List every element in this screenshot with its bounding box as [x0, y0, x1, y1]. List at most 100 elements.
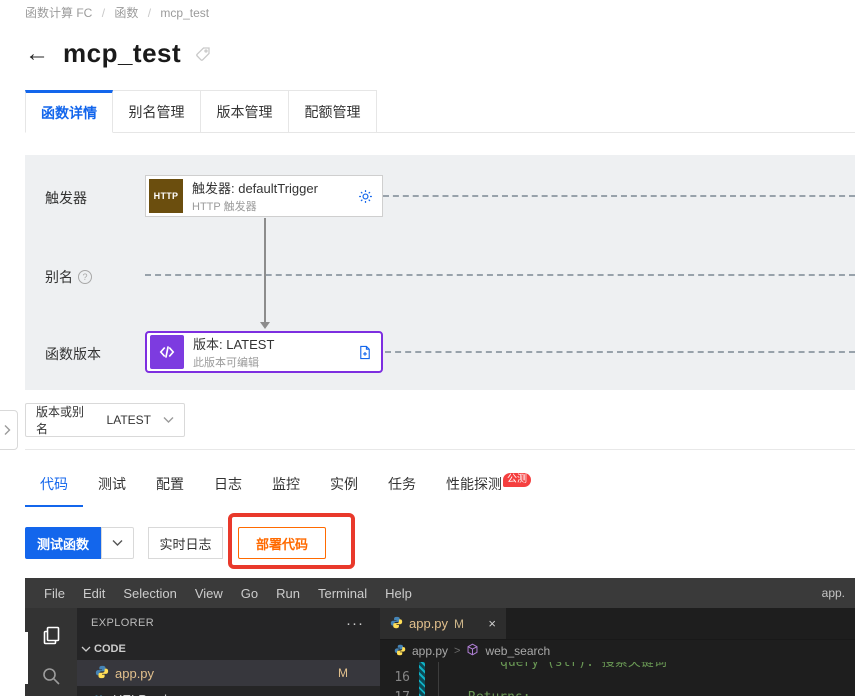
file-row-help-md[interactable]: M↓ HELP.md — [77, 686, 380, 696]
trigger-row-label: 触发器 — [45, 188, 87, 208]
version-or-alias-select[interactable]: 版本或别名 LATEST — [25, 403, 185, 437]
breadcrumb-item-functions[interactable]: 函数 — [114, 6, 138, 20]
python-file-icon — [95, 665, 109, 682]
trigger-card[interactable]: HTTP 触发器: defaultTrigger HTTP 触发器 — [145, 175, 383, 217]
code-editor: File Edit Selection View Go Run Terminal… — [25, 578, 855, 696]
secondary-tabs: 代码 测试 配置 日志 监控 实例 任务 性能探测公测 — [25, 464, 546, 507]
menu-file[interactable]: File — [35, 586, 74, 601]
close-icon[interactable]: × — [488, 616, 496, 631]
tab-test[interactable]: 测试 — [83, 464, 141, 507]
page-header: ← mcp_test — [25, 38, 211, 69]
modified-lines-gutter — [419, 662, 425, 696]
line-number-16: 16 — [388, 670, 410, 685]
live-log-button[interactable]: 实时日志 — [148, 527, 223, 559]
breadcrumb: 函数计算 FC / 函数 / mcp_test — [25, 4, 209, 21]
breadcrumb-separator: / — [148, 6, 151, 20]
tab-tasks[interactable]: 任务 — [373, 464, 431, 507]
editor-body: EXPLORER ··· CODE app — [25, 608, 855, 696]
tab-quota-management[interactable]: 配额管理 — [289, 90, 377, 133]
tab-performance-probe[interactable]: 性能探测公测 — [431, 464, 546, 507]
file-row-app-py[interactable]: app.py M — [77, 660, 380, 686]
breadcrumb-separator: > — [454, 645, 460, 657]
breadcrumb-separator: / — [102, 6, 105, 20]
menu-help[interactable]: Help — [376, 586, 421, 601]
explorer-sidebar: EXPLORER ··· CODE app — [77, 608, 380, 696]
arrow-head — [260, 322, 270, 329]
breadcrumb-item-service[interactable]: 函数计算 FC — [25, 6, 92, 20]
tag-icon[interactable] — [195, 46, 211, 62]
explorer-header: EXPLORER ··· — [77, 608, 380, 638]
test-function-dropdown[interactable] — [101, 527, 134, 559]
editor-breadcrumbs: app.py > web_search — [380, 640, 855, 662]
tab-monitor[interactable]: 监控 — [257, 464, 315, 507]
section-divider — [25, 449, 855, 450]
editor-main: app.py M × app.py > — [380, 608, 855, 696]
version-select-label: 版本或别名 — [36, 403, 95, 437]
menu-view[interactable]: View — [186, 586, 232, 601]
breadcrumb-symbol[interactable]: web_search — [485, 644, 550, 658]
explorer-icon[interactable] — [25, 616, 77, 656]
alias-dashed-line — [145, 274, 855, 276]
editor-menubar: File Edit Selection View Go Run Terminal… — [25, 578, 855, 608]
indent-guide — [438, 662, 439, 696]
breadcrumb-file[interactable]: app.py — [412, 644, 448, 658]
gear-icon[interactable] — [358, 189, 373, 204]
python-file-icon — [394, 644, 406, 659]
python-file-icon — [390, 616, 403, 632]
side-drawer-expander[interactable] — [0, 410, 18, 450]
menu-edit[interactable]: Edit — [74, 586, 114, 601]
beta-badge: 公测 — [503, 473, 531, 487]
breadcrumb-item-current: mcp_test — [160, 6, 209, 20]
primary-tabs: 函数详情 别名管理 版本管理 配额管理 — [25, 90, 377, 133]
version-icon — [150, 335, 184, 369]
menu-selection[interactable]: Selection — [114, 586, 185, 601]
explorer-section-code[interactable]: CODE — [77, 638, 380, 660]
version-dashed-line — [385, 351, 855, 353]
back-arrow-icon[interactable]: ← — [25, 42, 49, 66]
alias-row-label: 别名 ? — [45, 267, 92, 287]
editor-tabstrip: app.py M × — [380, 608, 855, 640]
version-row-label: 函数版本 — [45, 344, 101, 364]
tab-logs[interactable]: 日志 — [199, 464, 257, 507]
document-icon[interactable] — [358, 345, 372, 360]
tab-config[interactable]: 配置 — [141, 464, 199, 507]
version-card-title: 版本: LATEST — [193, 334, 274, 353]
partial-code-line: Returns: — [468, 690, 531, 696]
line-number-17: 17 — [388, 690, 410, 696]
file-name: app.py — [115, 666, 154, 681]
tab-file-name: app.py — [409, 616, 448, 631]
modified-badge: M — [338, 666, 348, 680]
editor-tab-app-py[interactable]: app.py M × — [380, 608, 506, 639]
trigger-card-title: 触发器: defaultTrigger — [192, 178, 318, 197]
chevron-down-icon — [81, 646, 91, 653]
code-area[interactable]: query (str): 搜索关键词 16 17 Returns: — [380, 662, 855, 696]
menu-run[interactable]: Run — [267, 586, 309, 601]
file-name: HELP.md — [113, 692, 167, 696]
menu-terminal[interactable]: Terminal — [309, 586, 376, 601]
active-view-indicator — [25, 632, 28, 684]
tab-function-detail[interactable]: 函数详情 — [25, 90, 113, 133]
trigger-to-version-arrow — [264, 218, 266, 322]
tab-version-management[interactable]: 版本管理 — [201, 90, 289, 133]
activity-bar — [25, 608, 77, 696]
chevron-down-icon — [163, 416, 174, 424]
http-trigger-icon: HTTP — [149, 179, 183, 213]
help-icon[interactable]: ? — [78, 270, 92, 284]
deploy-code-button[interactable]: 部署代码 — [238, 527, 326, 559]
menu-go[interactable]: Go — [232, 586, 267, 601]
version-card[interactable]: 版本: LATEST 此版本可编辑 — [145, 331, 383, 373]
explorer-more-actions[interactable]: ··· — [346, 615, 366, 632]
trigger-dashed-line — [383, 195, 855, 197]
clipped-docstring-line: query (str): 搜索关键词 — [500, 662, 667, 670]
symbol-cube-icon — [466, 643, 479, 659]
tab-alias-management[interactable]: 别名管理 — [113, 90, 201, 133]
version-card-subtitle: 此版本可编辑 — [193, 354, 274, 370]
tab-code[interactable]: 代码 — [25, 464, 83, 507]
window-title: app. — [822, 586, 845, 600]
test-function-button[interactable]: 测试函数 — [25, 527, 101, 559]
page: 函数计算 FC / 函数 / mcp_test ← mcp_test 函数详情 … — [0, 0, 855, 696]
trigger-card-subtitle: HTTP 触发器 — [192, 198, 318, 214]
search-icon[interactable] — [25, 656, 77, 696]
tab-instances[interactable]: 实例 — [315, 464, 373, 507]
function-diagram-panel: 触发器 别名 ? 函数版本 HTTP 触发器: defaultTrigger H… — [25, 155, 855, 390]
